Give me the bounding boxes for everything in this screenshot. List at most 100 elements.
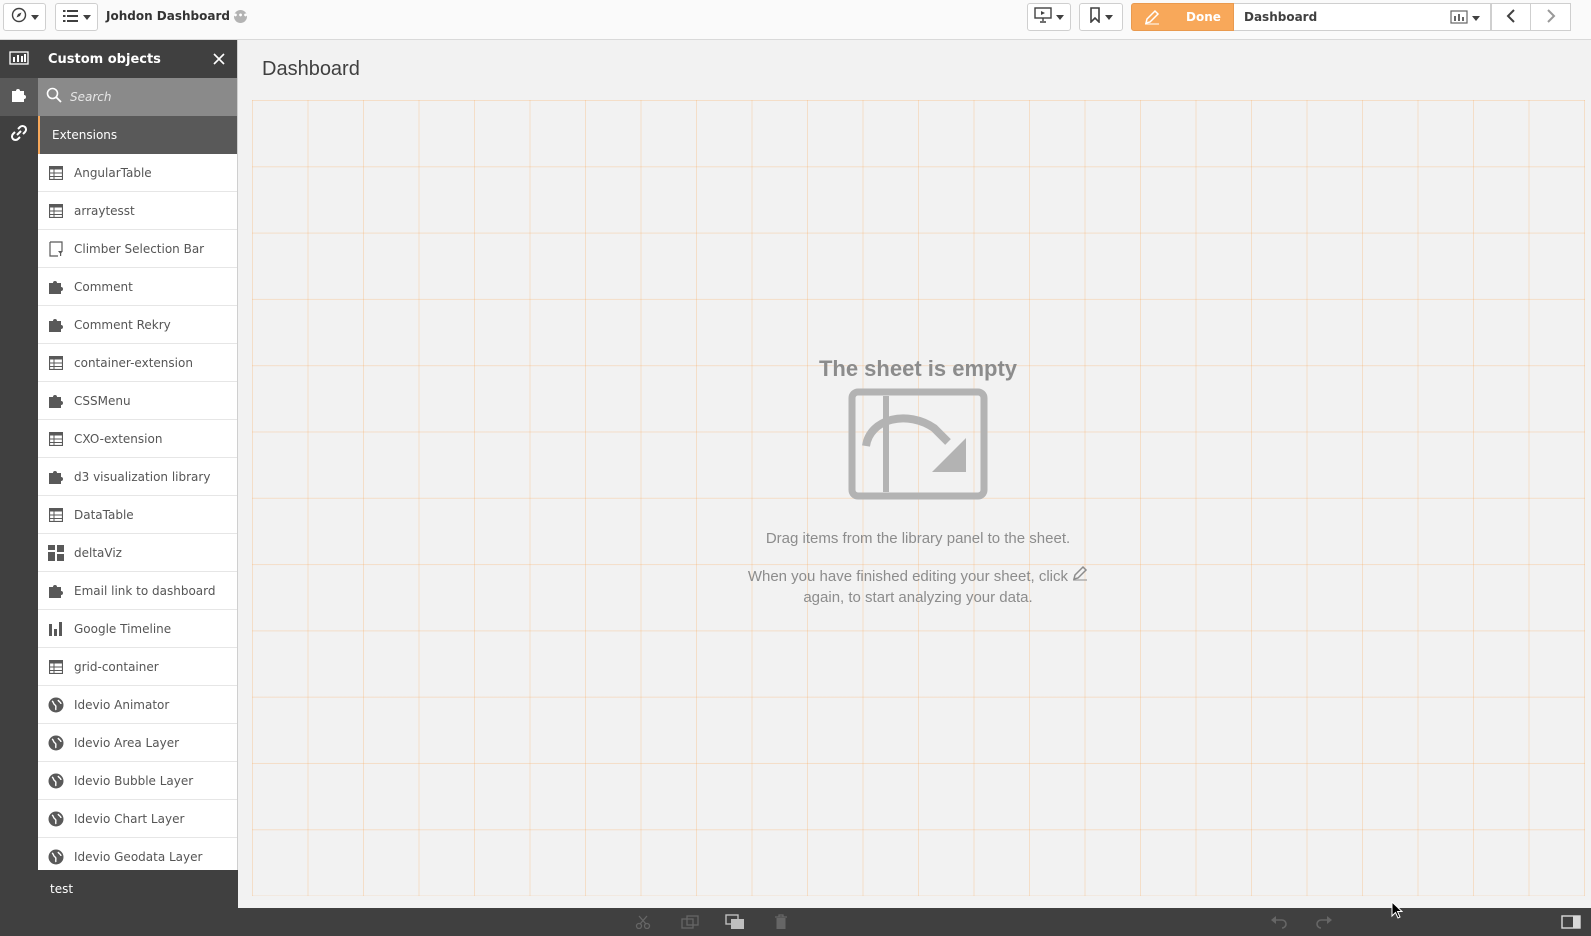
list-item-label: grid-container	[74, 659, 159, 674]
undo-icon[interactable]	[1269, 914, 1289, 930]
panel-header: Custom objects	[38, 40, 237, 78]
list-item[interactable]: Email link to dashboard	[38, 572, 237, 610]
list-item-label: deltaViz	[74, 545, 122, 560]
custom-objects-panel: Custom objects Extensions AngularTable ar…	[38, 40, 238, 908]
panel-search	[38, 78, 237, 116]
cut-icon[interactable]	[633, 914, 653, 930]
list-item[interactable]: Idevio Bubble Layer	[38, 762, 237, 800]
puzzle-icon	[48, 317, 64, 333]
table-icon	[48, 203, 64, 219]
list-item-label: AngularTable	[74, 165, 152, 180]
navigation-menu-button[interactable]	[3, 3, 46, 31]
list-item[interactable]: Comment	[38, 268, 237, 306]
filter-pane-icon	[48, 240, 64, 257]
list-item-label: Email link to dashboard	[74, 583, 216, 598]
globe-icon	[48, 697, 64, 713]
custom-objects-tab[interactable]	[0, 78, 38, 116]
list-item[interactable]: DataTable	[38, 496, 237, 534]
toggle-properties-icon[interactable]	[1561, 914, 1581, 930]
trash-icon[interactable]	[771, 914, 791, 930]
section-extensions[interactable]: Extensions	[38, 116, 237, 154]
list-item[interactable]: arraytesst	[38, 192, 237, 230]
presentation-icon	[1034, 7, 1052, 27]
more-info-icon[interactable]: •••	[233, 9, 248, 23]
redo-icon[interactable]	[1314, 914, 1334, 930]
list-item[interactable]: Idevio Chart Layer	[38, 800, 237, 838]
app-title: Johdon Dashboard •••	[106, 9, 248, 23]
bar-chart-icon	[9, 50, 29, 69]
list-item-label: Comment	[74, 279, 133, 294]
list-item[interactable]: CSSMenu	[38, 382, 237, 420]
mouse-cursor-icon	[1391, 900, 1404, 923]
list-item[interactable]: d3 visualization library	[38, 458, 237, 496]
charts-tab[interactable]	[0, 40, 38, 78]
empty-title: The sheet is empty	[818, 356, 1018, 381]
list-item[interactable]: grid-container	[38, 648, 237, 686]
next-sheet-button[interactable]	[1531, 3, 1571, 31]
table-icon	[48, 507, 64, 523]
puzzle-icon	[48, 583, 64, 599]
puzzle-icon	[10, 86, 28, 108]
list-item-label: Climber Selection Bar	[74, 241, 205, 256]
sheet-name-text: Dashboard	[1244, 10, 1318, 24]
bar-chart-icon	[48, 621, 64, 637]
story-button[interactable]	[1027, 3, 1071, 31]
chevron-down-icon	[1056, 14, 1064, 20]
puzzle-icon	[48, 469, 64, 485]
section-test[interactable]: test	[38, 870, 238, 908]
close-icon[interactable]	[211, 51, 227, 67]
puzzle-icon	[48, 279, 64, 295]
list-item-label: Comment Rekry	[74, 317, 171, 332]
sheets-icon	[1450, 10, 1468, 27]
master-items-tab[interactable]	[0, 116, 38, 154]
table-icon	[48, 165, 64, 181]
bookmark-icon	[1089, 7, 1101, 27]
table-icon	[48, 659, 64, 675]
compass-icon	[11, 7, 27, 27]
list-item-label: arraytesst	[74, 203, 135, 218]
drag-drop-icon	[848, 388, 988, 500]
list-item-label: Idevio Area Layer	[74, 735, 180, 750]
list-item[interactable]: CXO-extension	[38, 420, 237, 458]
list-item[interactable]: Google Timeline	[38, 610, 237, 648]
list-item-label: DataTable	[74, 507, 134, 522]
search-icon	[46, 87, 62, 107]
bookmarks-button[interactable]	[1079, 3, 1123, 31]
globe-icon	[48, 773, 64, 789]
list-item-label: Google Timeline	[74, 621, 172, 636]
globe-icon	[48, 811, 64, 827]
paste-icon[interactable]	[725, 914, 745, 930]
list-item[interactable]: Comment Rekry	[38, 306, 237, 344]
list-item[interactable]: Idevio Animator	[38, 686, 237, 724]
link-icon	[10, 124, 28, 146]
empty-instruction-2: When you have finished editing your shee…	[718, 565, 1118, 608]
puzzle-icon	[48, 393, 64, 409]
list-item[interactable]: Idevio Area Layer	[38, 724, 237, 762]
list-item-label: Idevio Animator	[74, 697, 170, 712]
list-item[interactable]: AngularTable	[38, 154, 237, 192]
chevron-left-icon	[1506, 8, 1516, 27]
bottom-toolbar	[0, 908, 1591, 936]
list-item-label: container-extension	[74, 355, 193, 370]
global-menu-button[interactable]	[55, 3, 98, 31]
list-item[interactable]: deltaViz	[38, 534, 237, 572]
sheet-name-field[interactable]: Dashboard	[1234, 3, 1491, 31]
list-item-label: Idevio Geodata Layer	[74, 849, 203, 864]
list-icon	[62, 8, 79, 27]
done-editing-button[interactable]: Done	[1131, 3, 1234, 31]
list-item[interactable]: Idevio Geodata Layer	[38, 838, 237, 870]
pencil-icon	[1072, 565, 1088, 585]
list-item-label: CXO-extension	[74, 431, 163, 446]
chevron-down-icon	[30, 14, 39, 20]
table-icon	[48, 431, 64, 447]
sheet-selector[interactable]	[1450, 10, 1480, 27]
list-item-label: d3 visualization library	[74, 469, 211, 484]
table-icon	[48, 355, 64, 371]
list-item[interactable]: Climber Selection Bar	[38, 230, 237, 268]
chevron-down-icon	[1105, 14, 1113, 20]
previous-sheet-button[interactable]	[1491, 3, 1531, 31]
list-item-label: CSSMenu	[74, 393, 131, 408]
search-input[interactable]	[70, 90, 220, 104]
copy-icon[interactable]	[680, 914, 700, 930]
list-item[interactable]: container-extension	[38, 344, 237, 382]
